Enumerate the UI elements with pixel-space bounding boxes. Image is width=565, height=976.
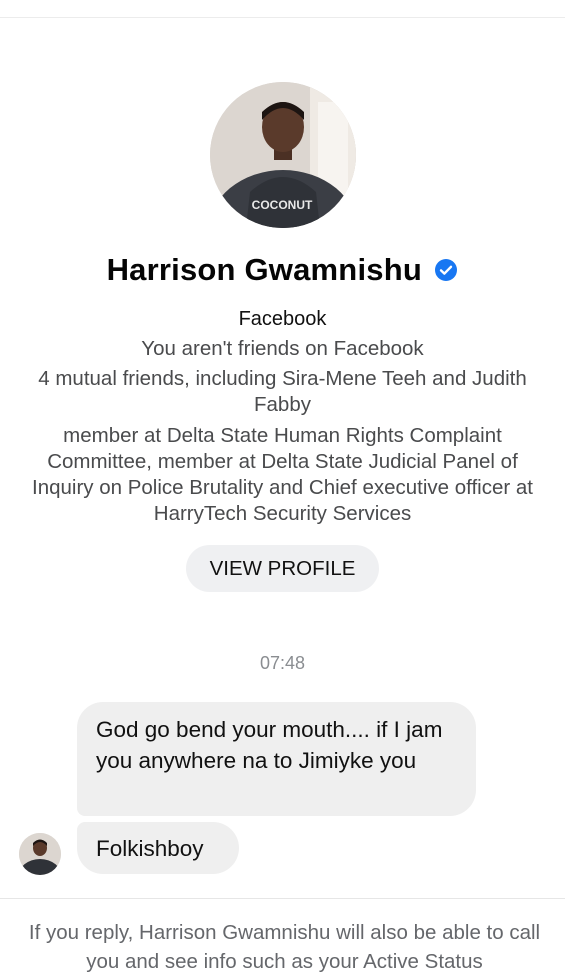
message-bubble[interactable]: God go bend your mouth.... if I jam you … xyxy=(77,702,476,816)
profile-bio: member at Delta State Human Rights Compl… xyxy=(32,424,533,525)
bottom-divider xyxy=(0,898,565,899)
profile-name-row: Harrison Gwamnishu xyxy=(0,252,565,296)
top-divider xyxy=(0,17,565,18)
profile-avatar[interactable]: COCONUT xyxy=(210,82,356,228)
profile-source: Facebook xyxy=(238,308,327,330)
verified-badge-icon xyxy=(434,258,458,282)
message-timestamp: 07:48 xyxy=(259,653,306,673)
sender-avatar[interactable] xyxy=(19,833,61,875)
view-profile-button[interactable]: VIEW PROFILE xyxy=(186,545,379,592)
mutual-friends[interactable]: 4 mutual friends, including Sira-Mene Te… xyxy=(20,366,545,418)
reply-notice: If you reply, Harrison Gwamnishu will al… xyxy=(28,921,541,973)
message-bubble[interactable]: Folkishboy xyxy=(77,822,239,874)
profile-name: Harrison Gwamnishu xyxy=(106,252,422,287)
hoodie-logo-text: COCONUT xyxy=(252,198,313,212)
friend-status: You aren't friends on Facebook xyxy=(141,337,424,360)
